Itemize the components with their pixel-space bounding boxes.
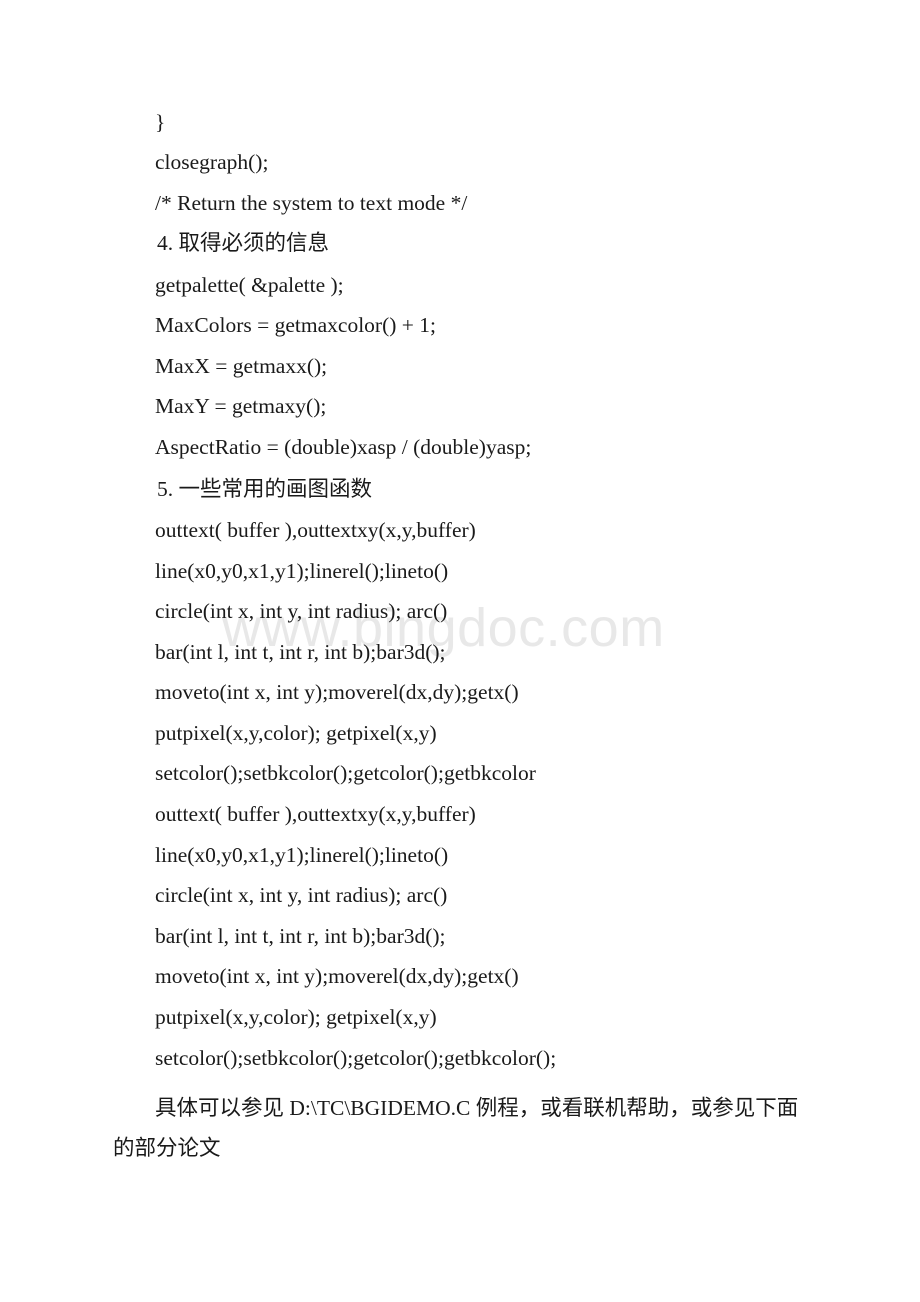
code-line: circle(int x, int y, int radius); arc() <box>155 883 448 907</box>
code-line: outtext( buffer ),outtextxy(x,y,buffer) <box>155 518 476 542</box>
code-line: putpixel(x,y,color); getpixel(x,y) <box>155 1005 437 1029</box>
closing-paragraph: 具体可以参见 D:\TC\BGIDEMO.C 例程，或看联机帮助，或参见下面的部… <box>113 1096 799 1160</box>
code-line: MaxColors = getmaxcolor() + 1; <box>155 313 437 337</box>
section-heading: 5. 一些常用的画图函数 <box>157 477 373 501</box>
code-line: setcolor();setbkcolor();getcolor();getbk… <box>155 761 536 785</box>
code-line: closegraph(); <box>155 150 269 174</box>
code-line: outtext( buffer ),outtextxy(x,y,buffer) <box>155 802 476 826</box>
code-line: line(x0,y0,x1,y1);linerel();lineto() <box>155 559 449 583</box>
code-line: MaxX = getmaxx(); <box>155 354 328 378</box>
code-line: moveto(int x, int y);moverel(dx,dy);getx… <box>155 680 519 704</box>
code-line: MaxY = getmaxy(); <box>155 394 327 418</box>
code-line: setcolor();setbkcolor();getcolor();getbk… <box>155 1046 557 1070</box>
code-line: circle(int x, int y, int radius); arc() <box>155 599 448 623</box>
code-line: AspectRatio = (double)xasp / (double)yas… <box>155 435 532 459</box>
code-line: moveto(int x, int y);moverel(dx,dy);getx… <box>155 964 519 988</box>
code-line: getpalette( &palette ); <box>155 273 344 297</box>
document-page: www.bingdoc.com } closegraph();/* Return … <box>0 0 920 1302</box>
code-line: bar(int l, int t, int r, int b);bar3d(); <box>155 640 446 664</box>
code-line: line(x0,y0,x1,y1);linerel();lineto() <box>155 843 449 867</box>
code-line: bar(int l, int t, int r, int b);bar3d(); <box>155 924 446 948</box>
code-line: /* Return the system to text mode */ <box>155 191 468 215</box>
section-heading: 4. 取得必须的信息 <box>157 231 330 255</box>
code-line: } <box>155 110 166 134</box>
code-line: putpixel(x,y,color); getpixel(x,y) <box>155 721 437 745</box>
